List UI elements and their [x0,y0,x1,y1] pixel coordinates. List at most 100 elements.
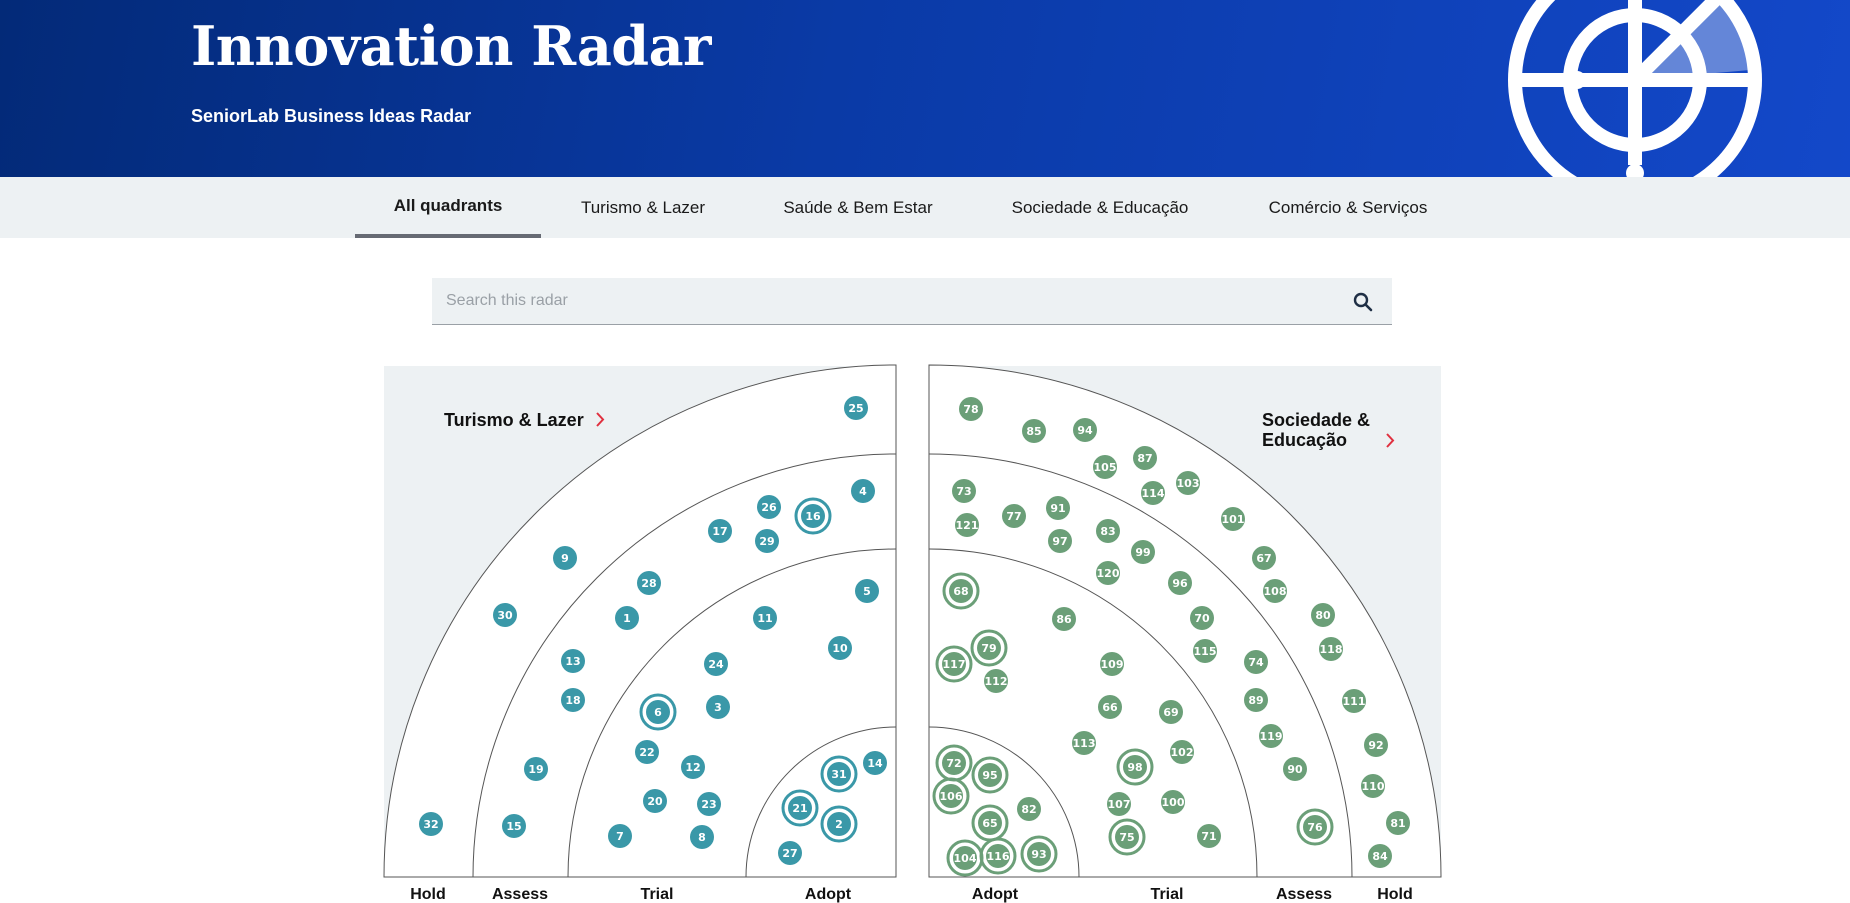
blip-107[interactable]: 107 [1107,792,1131,816]
blip-98[interactable]: 98 [1116,748,1154,786]
blip-70[interactable]: 70 [1190,606,1214,630]
blip-32[interactable]: 32 [419,812,443,836]
blip-15[interactable]: 15 [502,814,526,838]
blip-75[interactable]: 75 [1108,818,1146,856]
blip-109[interactable]: 109 [1100,652,1124,676]
blip-30[interactable]: 30 [493,603,517,627]
blip-27[interactable]: 27 [778,841,802,865]
blip-93[interactable]: 93 [1020,835,1058,873]
blip-13[interactable]: 13 [561,649,585,673]
blip-1[interactable]: 1 [615,606,639,630]
blip-31[interactable]: 31 [820,755,858,793]
blip-105[interactable]: 105 [1093,455,1117,479]
blip-90[interactable]: 90 [1283,757,1307,781]
blip-101[interactable]: 101 [1221,507,1245,531]
ring-label-assess-left: Assess [492,886,548,903]
blip-7[interactable]: 7 [608,824,632,848]
blip-112[interactable]: 112 [984,669,1008,693]
blip-28[interactable]: 28 [637,571,661,595]
blip-68[interactable]: 68 [942,572,980,610]
blip-3[interactable]: 3 [706,695,730,719]
blip-label: 27 [782,847,797,860]
quadrant-title-turismo[interactable]: Turismo & Lazer [444,410,605,430]
blip-14[interactable]: 14 [863,751,887,775]
blip-121[interactable]: 121 [955,513,979,537]
blip-21[interactable]: 21 [781,789,819,827]
blip-114[interactable]: 114 [1141,481,1165,505]
blip-79[interactable]: 79 [970,629,1008,667]
blip-78[interactable]: 78 [959,397,983,421]
blip-113[interactable]: 113 [1072,731,1096,755]
blip-73[interactable]: 73 [952,479,976,503]
blip-77[interactable]: 77 [1002,504,1026,528]
blip-94[interactable]: 94 [1073,418,1097,442]
blip-67[interactable]: 67 [1252,546,1276,570]
blip-84[interactable]: 84 [1368,844,1392,868]
blip-89[interactable]: 89 [1244,688,1268,712]
blip-label: 101 [1222,513,1245,526]
blip-29[interactable]: 29 [755,529,779,553]
blip-18[interactable]: 18 [561,688,585,712]
blip-23[interactable]: 23 [697,792,721,816]
blip-label: 17 [712,525,727,538]
blip-81[interactable]: 81 [1386,811,1410,835]
blip-74[interactable]: 74 [1244,650,1268,674]
blip-4[interactable]: 4 [851,479,875,503]
blip-104[interactable]: 104 [946,839,984,877]
blip-99[interactable]: 99 [1131,540,1155,564]
blip-96[interactable]: 96 [1168,571,1192,595]
blip-6[interactable]: 6 [639,693,677,731]
blip-19[interactable]: 19 [524,757,548,781]
blip-label: 15 [506,820,521,833]
blip-80[interactable]: 80 [1311,603,1335,627]
blip-116[interactable]: 116 [979,837,1017,875]
blip-76[interactable]: 76 [1296,808,1334,846]
blip-9[interactable]: 9 [553,546,577,570]
blip-102[interactable]: 102 [1170,740,1194,764]
blip-85[interactable]: 85 [1022,419,1046,443]
blip-label: 96 [1172,577,1188,590]
blip-91[interactable]: 91 [1046,496,1070,520]
blip-106[interactable]: 106 [932,777,970,815]
blip-119[interactable]: 119 [1259,724,1283,748]
blip-10[interactable]: 10 [828,636,852,660]
blip-label: 10 [832,642,848,655]
blip-100[interactable]: 100 [1161,790,1185,814]
blip-71[interactable]: 71 [1197,824,1221,848]
blip-72[interactable]: 72 [935,744,973,782]
blip-17[interactable]: 17 [708,519,732,543]
blip-22[interactable]: 22 [635,740,659,764]
blip-8[interactable]: 8 [690,825,714,849]
blip-2[interactable]: 2 [820,805,858,843]
blip-26[interactable]: 26 [757,495,781,519]
blip-111[interactable]: 111 [1342,689,1366,713]
blip-108[interactable]: 108 [1263,579,1287,603]
blip-12[interactable]: 12 [681,755,705,779]
blip-65[interactable]: 65 [971,804,1009,842]
blip-5[interactable]: 5 [855,579,879,603]
blip-82[interactable]: 82 [1017,797,1041,821]
blip-120[interactable]: 120 [1096,561,1120,585]
blip-118[interactable]: 118 [1319,637,1343,661]
blip-103[interactable]: 103 [1176,471,1200,495]
blip-20[interactable]: 20 [643,789,667,813]
blip-69[interactable]: 69 [1159,700,1183,724]
blip-label: 6 [654,706,662,719]
blip-97[interactable]: 97 [1048,529,1072,553]
blip-24[interactable]: 24 [704,652,728,676]
blip-117[interactable]: 117 [935,645,973,683]
blip-95[interactable]: 95 [971,756,1009,794]
blip-11[interactable]: 11 [753,606,777,630]
blip-87[interactable]: 87 [1133,446,1157,470]
blip-16[interactable]: 16 [794,497,832,535]
blip-83[interactable]: 83 [1096,519,1120,543]
blip-92[interactable]: 92 [1364,733,1388,757]
blip-label: 3 [714,701,722,714]
blip-66[interactable]: 66 [1098,695,1122,719]
blip-label: 19 [528,763,543,776]
blip-label: 109 [1101,658,1124,671]
blip-86[interactable]: 86 [1052,607,1076,631]
blip-110[interactable]: 110 [1361,774,1385,798]
blip-115[interactable]: 115 [1193,639,1217,663]
blip-25[interactable]: 25 [844,396,868,420]
